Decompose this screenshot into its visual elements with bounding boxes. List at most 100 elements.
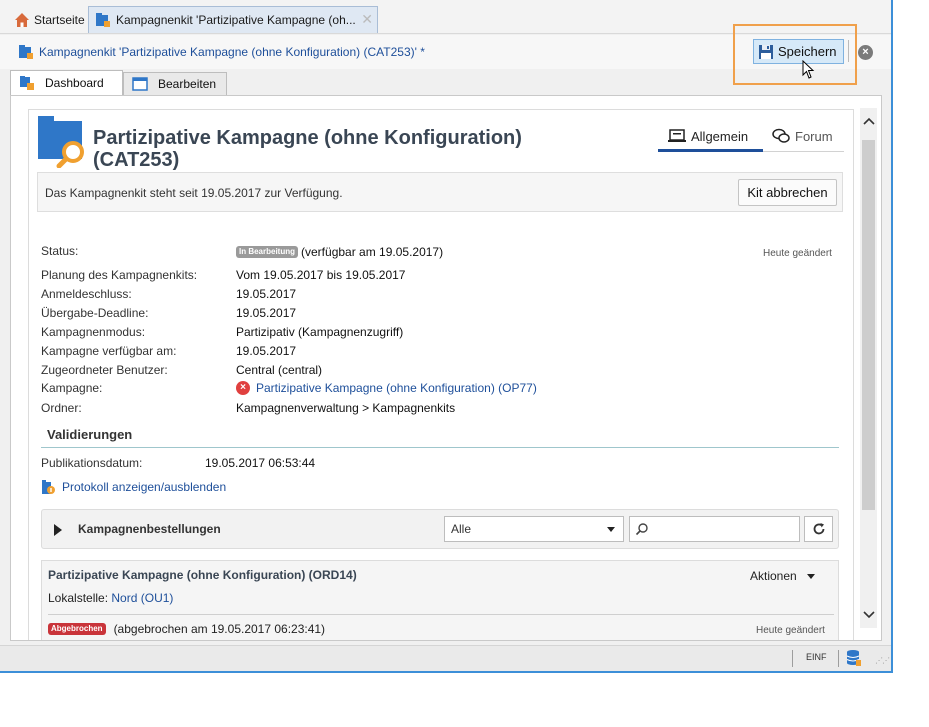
vertical-scrollbar[interactable] — [860, 108, 877, 628]
save-icon — [759, 44, 773, 59]
registration-deadline-value: 19.05.2017 — [236, 287, 297, 301]
actions-menu-button[interactable]: Aktionen — [750, 569, 815, 583]
orders-filter-value: Alle — [451, 522, 472, 536]
order-changed-note: Heute geändert — [756, 625, 825, 636]
tab-startseite[interactable]: Startseite — [8, 6, 91, 33]
order-divider — [48, 614, 834, 615]
order-title: Partizipative Kampagne (ohne Konfigurati… — [48, 568, 357, 582]
validations-divider — [41, 447, 839, 448]
campaign-label: Kampagne: — [41, 381, 103, 395]
order-item: Partizipative Kampagne (ohne Konfigurati… — [41, 560, 839, 640]
status-bar-separator — [792, 650, 793, 667]
order-local-entity: Lokalstelle: Nord (OU1) — [48, 591, 173, 605]
folder-label: Ordner: — [41, 401, 82, 415]
chevron-down-icon — [607, 527, 615, 532]
order-status: Abgebrochen (abgebrochen am 19.05.2017 0… — [48, 622, 325, 636]
save-button[interactable]: Speichern — [753, 39, 844, 64]
expand-orders-icon[interactable] — [54, 524, 62, 536]
refresh-icon — [813, 523, 824, 535]
search-icon — [635, 523, 648, 536]
toggle-log-link[interactable]: Protokoll anzeigen/ausblenden — [41, 479, 226, 495]
dashboard-icon — [20, 76, 34, 90]
folder-value: Kampagnenverwaltung > Kampagnenkits — [236, 401, 456, 415]
status-value: In Bearbeitung (verfügbar am 19.05.2017) — [236, 245, 443, 259]
publication-date-value: 19.05.2017 06:53:44 — [205, 456, 316, 470]
order-local-link[interactable]: Nord (OU1) — [111, 591, 173, 605]
tab-allgemein[interactable]: Allgemein — [668, 128, 748, 144]
error-icon: × — [236, 381, 250, 395]
tab-campaign-kit[interactable]: Kampagnenkit 'Partizipative Kampagne (oh… — [88, 6, 378, 33]
tab-dashboard-label: Dashboard — [45, 76, 104, 90]
chevron-down-icon — [806, 573, 815, 579]
page-title: Partizipative Kampagne (ohne Konfigurati… — [93, 127, 522, 171]
view-tabs: Allgemein Forum — [658, 124, 844, 152]
document-title: Kampagnenkit 'Partizipative Kampagne (oh… — [18, 44, 425, 60]
availability-info-bar: Das Kampagnenkit steht seit 19.05.2017 z… — [37, 172, 843, 212]
validations-heading: Validierungen — [47, 427, 133, 442]
status-bar-separator — [838, 650, 839, 667]
order-local-label: Lokalstelle: — [48, 591, 109, 605]
availability-text: Das Kampagnenkit steht seit 19.05.2017 z… — [45, 186, 343, 200]
handover-deadline-label: Übergabe-Deadline: — [41, 306, 149, 320]
database-icon — [846, 649, 862, 670]
tab-forum-label: Forum — [795, 128, 833, 144]
actions-label: Aktionen — [750, 569, 797, 583]
tab-startseite-label: Startseite — [34, 12, 85, 27]
refresh-button[interactable] — [804, 516, 833, 542]
campaign-available-value: 19.05.2017 — [236, 344, 297, 358]
campaign-link[interactable]: Partizipative Kampagne (ohne Konfigurati… — [256, 381, 537, 395]
orders-search-input[interactable] — [629, 516, 800, 542]
dashboard-panel: Partizipative Kampagne (ohne Konfigurati… — [10, 95, 882, 641]
tab-bearbeiten-label: Bearbeiten — [158, 77, 217, 91]
resize-grip-icon[interactable]: ⋰⋰ — [875, 656, 890, 665]
tab-campaign-kit-label: Kampagnenkit 'Partizipative Kampagne (oh… — [116, 13, 356, 27]
tab-allgemein-label: Allgemein — [691, 128, 749, 144]
campaign-mode-label: Kampagnenmodus: — [41, 325, 146, 339]
close-document-icon[interactable]: × — [858, 45, 873, 60]
forum-icon — [772, 128, 790, 143]
insert-mode-indicator: EINF — [806, 652, 827, 662]
tab-close-icon[interactable]: ✕ — [361, 11, 373, 28]
status-text: (verfügbar am 19.05.2017) — [301, 245, 444, 259]
campaign-value: × Partizipative Kampagne (ohne Konfigura… — [236, 381, 537, 395]
handover-deadline-value: 19.05.2017 — [236, 306, 297, 320]
mouse-cursor-icon — [802, 59, 816, 83]
scroll-up-icon[interactable] — [863, 116, 875, 128]
publication-date-label: Publikationsdatum: — [41, 456, 143, 470]
status-badge: In Bearbeitung — [236, 246, 299, 258]
document-title-text: Kampagnenkit 'Partizipative Kampagne (oh… — [39, 45, 425, 59]
active-tab-indicator — [658, 149, 763, 152]
planning-label: Planung des Kampagnenkits: — [41, 268, 198, 282]
status-label: Status: — [41, 244, 79, 258]
assigned-user-value: Central (central) — [236, 363, 323, 377]
registration-deadline-label: Anmeldeschluss: — [41, 287, 132, 301]
scroll-down-icon[interactable] — [863, 608, 875, 620]
status-bar: EINF ⋰⋰ — [0, 645, 891, 671]
status-changed-note: Heute geändert — [763, 248, 832, 259]
campaign-orders-bar: Kampagnenbestellungen Alle — [41, 509, 839, 549]
orders-filter-select[interactable]: Alle — [444, 516, 624, 542]
general-icon — [668, 129, 686, 142]
planning-value: Vom 19.05.2017 bis 19.05.2017 — [236, 268, 406, 282]
tab-bearbeiten[interactable]: Bearbeiten — [123, 72, 227, 95]
header-separator — [848, 40, 849, 62]
tab-dashboard[interactable]: Dashboard — [10, 70, 123, 95]
application-window: Startseite Kampagnenkit 'Partizipative K… — [0, 0, 893, 673]
tab-forum[interactable]: Forum — [772, 128, 833, 144]
campaign-kit-search-icon — [37, 116, 87, 171]
campaign-kit-icon — [18, 44, 34, 60]
cancel-kit-button[interactable]: Kit abbrechen — [738, 179, 837, 206]
campaign-orders-title: Kampagnenbestellungen — [78, 522, 221, 536]
home-icon — [14, 12, 30, 28]
log-info-icon — [42, 480, 55, 494]
campaign-mode-value: Partizipativ (Kampagnenzugriff) — [236, 325, 404, 339]
scrollbar-thumb[interactable] — [862, 140, 875, 510]
campaign-kit-card: Partizipative Kampagne (ohne Konfigurati… — [28, 109, 854, 640]
campaign-kit-icon — [95, 12, 111, 28]
save-button-label: Speichern — [778, 44, 837, 59]
toggle-log-label: Protokoll anzeigen/ausblenden — [62, 480, 227, 494]
order-status-badge: Abgebrochen — [48, 623, 106, 635]
assigned-user-label: Zugeordneter Benutzer: — [41, 363, 168, 377]
campaign-available-label: Kampagne verfügbar am: — [41, 344, 177, 358]
edit-form-icon — [132, 77, 148, 91]
